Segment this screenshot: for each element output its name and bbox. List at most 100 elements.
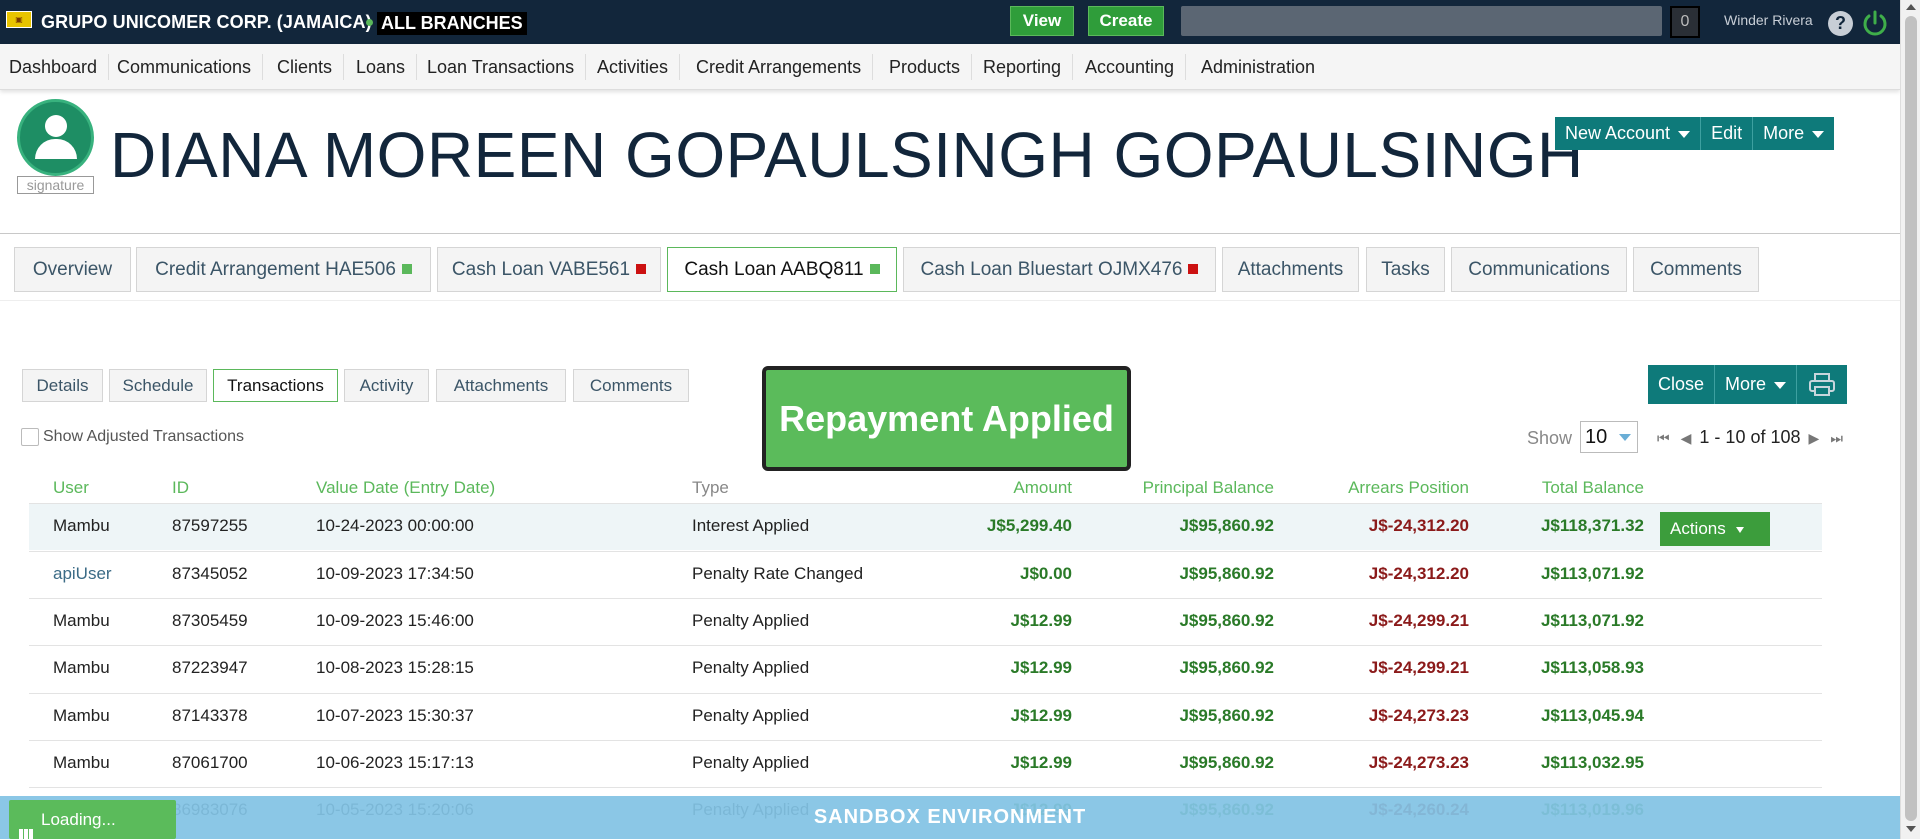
col-total-balance[interactable]: Total Balance — [1542, 478, 1644, 498]
table-row[interactable]: Mambu 87223947 10-08-2023 15:28:15 Penalty … — [29, 645, 1822, 692]
cell-arrears: J$-24,273.23 — [1368, 753, 1469, 772]
notification-count[interactable]: 0 — [1670, 6, 1700, 38]
subtab-attachments[interactable]: Attachments — [436, 369, 566, 402]
col-arrears-position[interactable]: Arrears Position — [1348, 478, 1469, 498]
tab-comments[interactable]: Comments — [1633, 247, 1759, 292]
nav-products[interactable]: Products — [889, 54, 973, 80]
tab-credit-arrangement[interactable]: Credit Arrangement HAE506 — [136, 247, 431, 292]
new-account-button[interactable]: New Account — [1555, 117, 1702, 150]
page-size-select[interactable]: 10 — [1580, 421, 1638, 453]
scroll-down-icon[interactable] — [1906, 826, 1916, 832]
table-row[interactable]: Mambu 87305459 10-09-2023 15:46:00 Penalty … — [29, 598, 1822, 645]
branch-selector[interactable]: ALL BRANCHES — [377, 12, 527, 35]
cell-amount: J$12.99 — [1010, 706, 1072, 725]
nav-accounting[interactable]: Accounting — [1085, 54, 1187, 80]
cell-principal: J$95,860.92 — [1179, 516, 1274, 535]
tab-label: Credit Arrangement HAE506 — [155, 259, 396, 280]
subtab-schedule[interactable]: Schedule — [109, 369, 207, 402]
last-page-icon[interactable]: ⏭ — [1830, 430, 1843, 446]
col-user[interactable]: User — [53, 478, 89, 498]
print-icon[interactable] — [1797, 365, 1847, 404]
cell-amount: J$12.99 — [1010, 611, 1072, 630]
next-page-icon[interactable]: ▶ — [1809, 430, 1820, 446]
nav-communications[interactable]: Communications — [117, 54, 264, 80]
cell-arrears: J$-24,312.20 — [1368, 516, 1469, 535]
col-type[interactable]: Type — [692, 478, 729, 498]
cell-id: 87597255 — [172, 516, 248, 535]
tab-label: Cash Loan VABE561 — [451, 259, 631, 280]
col-id[interactable]: ID — [172, 478, 189, 498]
nav-administration[interactable]: Administration — [1201, 54, 1326, 80]
tab-attachments[interactable]: Attachments — [1222, 247, 1359, 292]
cell-principal: J$95,860.92 — [1179, 658, 1274, 677]
organization-name[interactable]: GRUPO UNICOMER CORP. (JAMAICA) — [41, 12, 372, 33]
show-adjusted-filter[interactable]: Show Adjusted Transactions — [21, 428, 244, 446]
tab-overview[interactable]: Overview — [14, 247, 131, 292]
status-square-icon — [869, 263, 880, 274]
nav-loan-transactions[interactable]: Loan Transactions — [427, 54, 587, 80]
subtab-transactions[interactable]: Transactions — [213, 369, 338, 402]
tab-cash-loan-bluestart[interactable]: Cash Loan Bluestart OJMX476 — [903, 247, 1216, 292]
tab-cash-loan-vabe561[interactable]: Cash Loan VABE561 — [437, 247, 661, 292]
branch-status-dot — [366, 19, 373, 26]
loading-icon — [19, 814, 37, 839]
cell-arrears: J$-24,299.21 — [1368, 611, 1469, 630]
cell-total: J$113,058.93 — [1540, 658, 1644, 677]
table-row[interactable]: Mambu 87597255 10-24-2023 00:00:00 Interest… — [29, 503, 1822, 550]
tab-label: Cash Loan AABQ811 — [684, 259, 864, 280]
cell-arrears: J$-24,273.23 — [1368, 706, 1469, 725]
table-row[interactable]: Mambu 87061700 10-06-2023 15:17:13 Penalty … — [29, 740, 1822, 787]
nav-dashboard[interactable]: Dashboard — [9, 54, 110, 80]
client-avatar-icon[interactable] — [17, 99, 94, 176]
cell-id: 87061700 — [172, 753, 248, 772]
user-name[interactable]: Winder Rivera — [1724, 12, 1813, 28]
power-icon[interactable] — [1861, 9, 1889, 37]
row-actions-button[interactable]: Actions — [1660, 512, 1770, 546]
table-row[interactable]: apiUser 87345052 10-09-2023 17:34:50 Penalt… — [29, 551, 1822, 598]
edit-button[interactable]: Edit — [1701, 117, 1754, 150]
cell-total: J$113,045.94 — [1540, 706, 1644, 725]
nav-clients[interactable]: Clients — [277, 54, 345, 80]
table-row[interactable]: Mambu 87143378 10-07-2023 15:30:37 Penalty … — [29, 693, 1822, 740]
tab-cash-loan-aabq811[interactable]: Cash Loan AABQ811 — [667, 247, 897, 292]
help-icon[interactable]: ? — [1828, 11, 1853, 36]
show-adjusted-checkbox[interactable] — [21, 428, 39, 446]
cell-date: 10-09-2023 17:34:50 — [316, 564, 474, 583]
close-account-button[interactable]: Close — [1648, 365, 1716, 404]
subtab-activity[interactable]: Activity — [344, 369, 429, 402]
loading-label: Loading... — [41, 810, 116, 829]
view-button[interactable]: View — [1010, 6, 1074, 36]
more-button[interactable]: More — [1753, 117, 1834, 150]
nav-loans[interactable]: Loans — [356, 54, 418, 80]
subtab-details[interactable]: Details — [22, 369, 103, 402]
cell-principal: J$95,860.92 — [1179, 564, 1274, 583]
tab-communications[interactable]: Communications — [1451, 247, 1627, 292]
cell-total: J$113,071.92 — [1540, 611, 1644, 630]
cell-user: Mambu — [53, 753, 110, 772]
search-input[interactable] — [1181, 6, 1662, 36]
scroll-thumb[interactable] — [1905, 16, 1917, 821]
scroll-up-icon[interactable] — [1906, 4, 1916, 10]
cell-user[interactable]: apiUser — [53, 564, 112, 584]
cell-arrears: J$-24,299.21 — [1368, 658, 1469, 677]
col-principal-balance[interactable]: Principal Balance — [1143, 478, 1274, 498]
nav-reporting[interactable]: Reporting — [983, 54, 1074, 80]
page-scrollbar[interactable] — [1900, 0, 1920, 839]
col-amount[interactable]: Amount — [1013, 478, 1072, 498]
account-more-button[interactable]: More — [1715, 365, 1798, 404]
repayment-applied-toast: Repayment Applied — [762, 366, 1131, 471]
prev-page-icon[interactable]: ◀ — [1681, 430, 1692, 446]
create-button[interactable]: Create — [1088, 6, 1164, 36]
subtab-comments[interactable]: Comments — [573, 369, 689, 402]
signature-link[interactable]: signature — [17, 176, 94, 194]
col-value-date[interactable]: Value Date (Entry Date) — [316, 478, 495, 498]
nav-activities[interactable]: Activities — [597, 54, 681, 80]
first-page-icon[interactable]: ⏮ — [1657, 430, 1670, 446]
divider — [0, 233, 1900, 234]
tab-tasks[interactable]: Tasks — [1366, 247, 1445, 292]
account-actions: Close More — [1648, 365, 1848, 404]
nav-credit-arrangements[interactable]: Credit Arrangements — [696, 54, 874, 80]
main-navigation: Dashboard Communications Clients Loans L… — [0, 44, 1900, 90]
top-bar: ▣ GRUPO UNICOMER CORP. (JAMAICA) ALL BRA… — [0, 0, 1900, 44]
cell-type: Penalty Applied — [692, 753, 810, 772]
